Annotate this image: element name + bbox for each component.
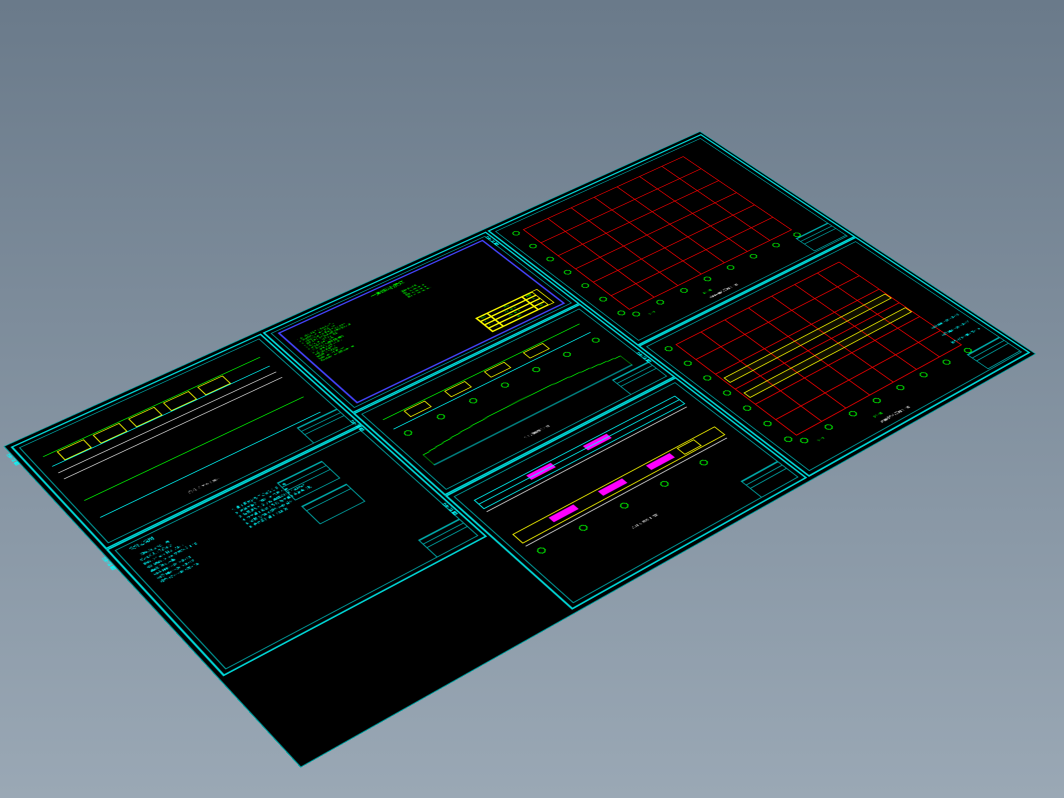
axis-marker xyxy=(618,502,630,510)
spec-line: 跨度: 24m×7 柱距 7.5m xyxy=(142,543,184,565)
dim-text: 24000 xyxy=(872,411,884,418)
ridge-line xyxy=(43,357,260,457)
viewport-3d[interactable]: 建筑施工图 ①-⑧ 立面图 1:200 建筑施工图 设计总说明 工程名称: 轻钢… xyxy=(0,0,1064,798)
small-table-2 xyxy=(301,484,365,525)
window-2 xyxy=(93,423,128,444)
spec-line: 檩条 C160×60×20×2.5 xyxy=(159,562,199,584)
spec-line: 檐口高度: 8.5m 屋面坡度 1:10 xyxy=(146,542,198,569)
eave-line xyxy=(52,366,270,467)
spec-line: 工程名称: 轻钢厂房 xyxy=(136,540,171,559)
sheet-label: 建筑施工图 xyxy=(5,451,24,466)
axis-marker xyxy=(577,524,589,532)
axis-marker xyxy=(762,420,773,427)
axis-marker xyxy=(823,423,835,430)
window-3 xyxy=(128,407,163,427)
notes-column-left: 1. 本工程为轻型门式钢架结构厂房 2. 建筑面积约 2800 m² 层高 8.… xyxy=(296,295,418,362)
window-1 xyxy=(57,439,92,460)
note-line: 5. 钢材 Q235B 焊条 E43 系列 xyxy=(245,499,295,525)
ground-line xyxy=(486,407,687,512)
notes-heading: 设计总说明 xyxy=(129,537,155,551)
axis-marker xyxy=(847,410,858,417)
sheet-side-elevations[interactable]: 建筑施工图 A-G 立面图 1:200 xyxy=(445,377,808,610)
dim-text: 7500 xyxy=(815,436,825,442)
elevation-title: A-G 立面图 1:200 xyxy=(631,513,660,530)
elevation-title: ①-⑧ 立面图 1:200 xyxy=(187,477,220,494)
small-table-1 xyxy=(277,461,341,501)
note-line: 2. 建筑面积约 2800 m² 层高 8.5m xyxy=(235,486,290,515)
note-line: 1. 本工程为轻型门式钢架结构厂房 xyxy=(231,482,287,511)
spec-line: 钢梁 H500×200×8×12 xyxy=(156,559,195,580)
axis-marker xyxy=(435,413,446,420)
title-strip: 建筑施工图 xyxy=(5,451,101,549)
axis-marker xyxy=(798,437,810,445)
axis-marker xyxy=(782,436,794,444)
spec-line: 结构形式: 门式刚架 xyxy=(139,543,174,562)
title-strip: 建筑施工图 xyxy=(101,554,219,676)
title-block xyxy=(418,518,478,557)
note-line: 4. 屋面采用彩钢压型板 墙面采用彩钢夹芯板 xyxy=(241,485,312,522)
note-line: 3. 抗震设防烈度 7 度 基本风压 0.45kN/m² xyxy=(238,483,306,518)
drawing-board[interactable]: 建筑施工图 ①-⑧ 立面图 1:200 建筑施工图 设计总说明 工程名称: 轻钢… xyxy=(5,132,1035,767)
axis-marker xyxy=(698,459,710,467)
spec-line: 基础: 独立柱基 xyxy=(149,558,176,573)
section-title: 1-1 剖面图 1:200 xyxy=(523,424,550,439)
axis-marker xyxy=(402,429,413,436)
spec-line: 钢柱 H400×200×8×13 xyxy=(153,555,192,576)
note-line: 6. 高强螺栓采用 10.9 级 xyxy=(248,507,289,529)
notes-column-right: 基础: 独立柱基 钢柱 H400×200×8×13 钢梁 H500×200×8×… xyxy=(401,250,500,299)
plan-title: 屋面檩条布置图 1:200 xyxy=(879,405,911,423)
title-block xyxy=(740,461,798,498)
ground-line xyxy=(525,438,727,547)
note-line: 檩条 C160×60×20×2.5 xyxy=(407,255,500,298)
sheet-label: 建筑施工图 xyxy=(101,554,121,571)
axis-marker xyxy=(659,480,671,488)
axis-marker xyxy=(535,546,547,554)
axis-marker xyxy=(741,405,752,412)
opening xyxy=(404,401,432,418)
